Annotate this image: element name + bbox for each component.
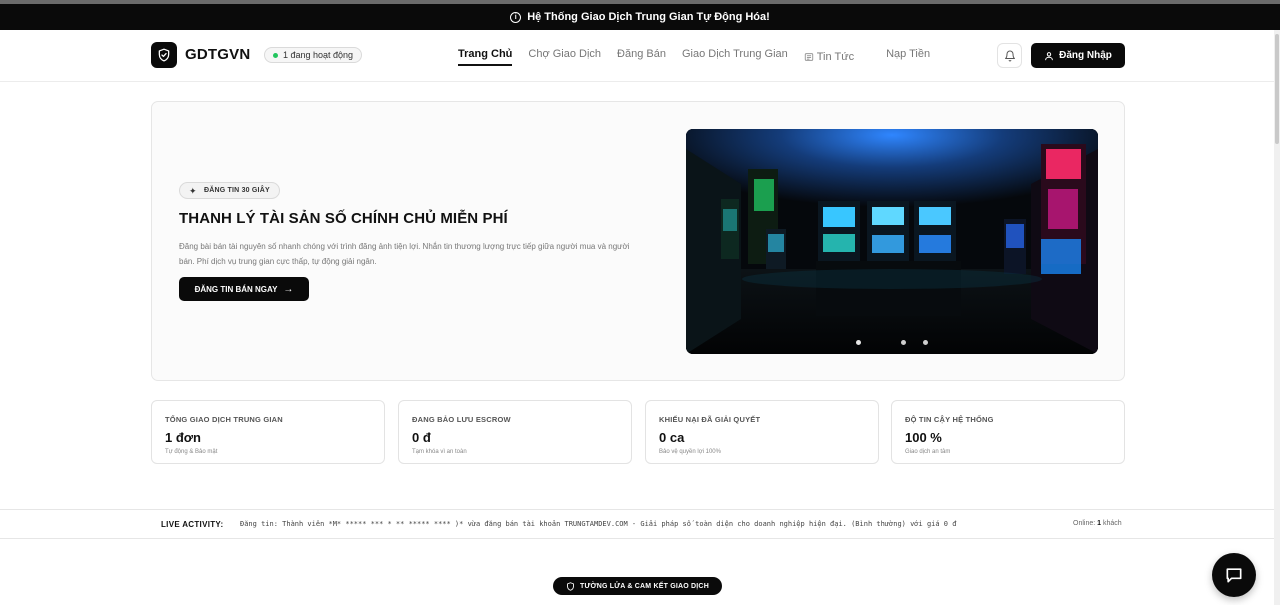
live-activity-message: Đăng tin: Thành viên *M* ***** *** * ** … [240,520,957,528]
stat-card-escrow: ĐANG BẢO LƯU ESCROW 0 đ Tạm khóa vì an t… [398,400,632,464]
online-dot [273,53,278,58]
bell-icon [1004,50,1015,61]
carousel-dot-1[interactable] [856,340,861,345]
scrollbar-thumb[interactable] [1275,34,1279,144]
nav-item-tin-tuc[interactable]: Tin Tức [804,48,870,66]
nav-item-nap-tien[interactable]: Nạp Tiền [886,48,930,66]
brand-name[interactable]: GDTGVN [185,46,250,63]
stat-card-total-transactions: TỔNG GIAO DỊCH TRUNG GIAN 1 đơn Tự động … [151,400,385,464]
carousel-dot-3[interactable] [923,340,928,345]
stat-value: 0 đ [412,430,431,445]
firewall-label: TƯỜNG LỬA & CAM KẾT GIAO DỊCH [580,582,709,590]
user-icon [1045,51,1053,60]
nav-item-trang-chu[interactable]: Trang Chủ [458,48,513,66]
stat-subtext: Tạm khóa vì an toàn [412,449,467,455]
stat-label: ĐỘ TIN CẬY HỆ THỐNG [905,415,994,424]
stat-card-disputes: KHIẾU NẠI ĐÃ GIẢI QUYẾT 0 ca Bảo vệ quyề… [645,400,879,464]
arcade-machines-image [686,129,1098,354]
newspaper-icon [804,53,813,61]
chat-icon [1226,568,1242,583]
stat-label: KHIẾU NẠI ĐÃ GIẢI QUYẾT [659,415,761,424]
hero-title: THANH LÝ TÀI SẢN SỐ CHÍNH CHỦ MIỄN PHÍ [179,210,508,227]
online-status-badge: 1 đang hoạt động [264,47,363,63]
announcement-text: Hệ Thống Giao Dịch Trung Gian Tự Động Hó… [527,11,770,23]
hero-badge-text: ĐĂNG TIN 30 GIÂY [204,187,270,194]
post-listing-button[interactable]: ĐĂNG TIN BÁN NGAY → [179,277,309,301]
nav-item-cho-giao-dich[interactable]: Chợ Giao Dịch [528,48,601,66]
nav-item-tin-tuc-label: Tin Tức [816,51,855,63]
stat-value: 1 đơn [165,430,201,445]
sparkles-icon: ✦ [189,186,197,196]
firewall-commitment-pill[interactable]: TƯỜNG LỬA & CAM KẾT GIAO DỊCH [553,577,722,595]
nav-item-dang-ban[interactable]: Đăng Bán [617,48,666,66]
stat-value: 100 % [905,430,942,445]
announcement-bar: i Hệ Thống Giao Dịch Trung Gian Tự Động … [0,4,1280,30]
stat-card-reliability: ĐỘ TIN CẬY HỆ THỐNG 100 % Giao dịch an t… [891,400,1125,464]
stat-subtext: Bảo vệ quyền lợi 100% [659,449,721,455]
shield-icon [567,581,574,591]
hero-banner: ✦ ĐĂNG TIN 30 GIÂY THANH LÝ TÀI SẢN SỐ C… [151,101,1125,381]
login-label: Đăng Nhập [1059,50,1112,61]
hero-description: Đăng bài bán tài nguyên số nhanh chóng v… [179,242,630,266]
online-visitors: Online: 1 khách [1073,520,1122,527]
online-count: 1 [1097,520,1102,527]
stat-label: ĐANG BẢO LƯU ESCROW [412,415,511,424]
carousel-dot-2[interactable] [901,340,906,345]
stat-subtext: Tự động & Bảo mật [165,449,218,455]
logo[interactable] [151,42,177,68]
online-prefix: Online: [1073,520,1096,527]
stat-value: 0 ca [659,430,685,445]
live-activity-ticker: LIVE ACTIVITY: Đăng tin: Thành viên *M* … [0,509,1274,539]
online-suffix: khách [1103,520,1122,527]
hero-badge: ✦ ĐĂNG TIN 30 GIÂY [179,182,280,199]
live-activity-label: LIVE ACTIVITY: [161,520,224,529]
hero-carousel-image[interactable] [686,129,1098,354]
top-navigation: GDTGVN 1 đang hoạt động Trang Chủ Chợ Gi… [0,30,1274,82]
shield-icon [158,48,170,62]
nav-item-giao-dich-trung-gian[interactable]: Giao Dịch Trung Gian [682,48,788,66]
online-status-text: 1 đang hoạt động [283,50,354,60]
main-nav: Trang Chủ Chợ Giao Dịch Đăng Bán Giao Dị… [458,48,946,66]
post-listing-label: ĐĂNG TIN BÁN NGAY [194,284,278,294]
page-scrollbar[interactable] [1274,30,1280,605]
login-button[interactable]: Đăng Nhập [1031,43,1125,68]
info-icon: i [510,11,522,23]
notifications-button[interactable] [997,43,1022,68]
stat-label: TỔNG GIAO DỊCH TRUNG GIAN [165,415,283,424]
chat-button[interactable] [1212,553,1256,597]
arrow-right-icon: → [283,283,294,295]
stat-subtext: Giao dịch an tâm [905,449,951,455]
